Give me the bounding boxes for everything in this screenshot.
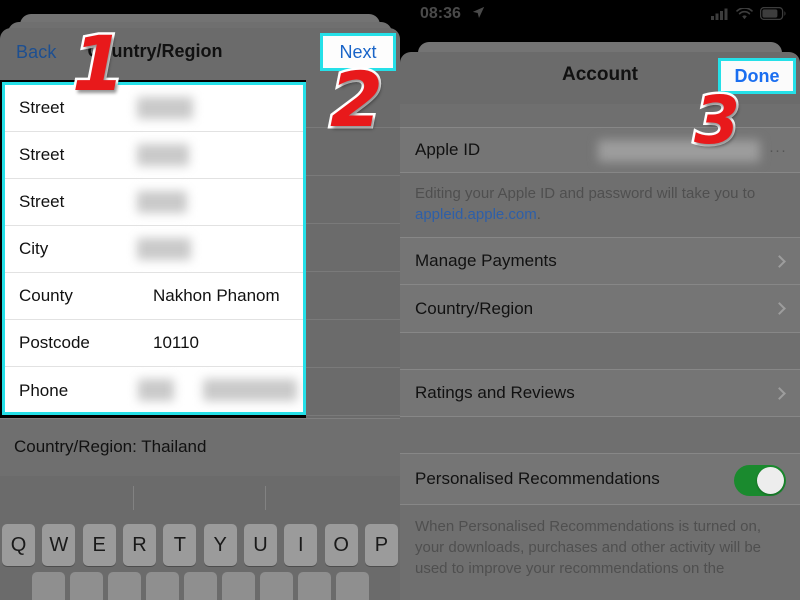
chevron-right-icon — [773, 255, 786, 268]
form-row-city[interactable]: City — [5, 226, 303, 273]
footnote-text-after: . — [536, 206, 541, 223]
form-value: Nakhon Phanom — [153, 286, 280, 305]
keyboard-row-2[interactable] — [0, 572, 400, 600]
suggestion-divider — [133, 486, 134, 510]
form-value: 10110 — [153, 333, 200, 352]
status-bar: 08:36 — [400, 0, 800, 30]
keyboard-key-i[interactable]: I — [284, 524, 318, 566]
form-label: Street — [19, 145, 65, 164]
keyboard-key-e[interactable]: E — [82, 524, 116, 566]
form-row-postcode[interactable]: Postcode 10110 — [5, 320, 303, 367]
row-label: Personalised Recommendations — [415, 469, 660, 488]
section-gap-top — [400, 104, 800, 127]
toggle-knob — [757, 467, 784, 494]
appleid-link[interactable]: appleid.apple.com — [415, 206, 537, 223]
done-button-label: Done — [734, 65, 780, 86]
footnote-text: When Personalised Recommendations is tur… — [415, 518, 762, 577]
left-page-title: Country/Region — [87, 41, 223, 61]
row-label: Ratings and Reviews — [415, 383, 575, 402]
annotation-marker-2: 2 — [328, 55, 386, 144]
keyboard-key-q[interactable]: Q — [2, 524, 35, 566]
keyboard-row-1[interactable]: QWERTYUIOP — [0, 524, 400, 566]
personalised-recommendations-toggle[interactable] — [734, 465, 786, 496]
keyboard-key[interactable] — [69, 572, 103, 600]
form-row-street-1[interactable]: Street — [5, 85, 303, 132]
keyboard-key[interactable] — [107, 572, 141, 600]
row-personalised-recommendations[interactable]: Personalised Recommendations — [400, 453, 800, 505]
row-manage-payments[interactable]: Manage Payments — [400, 237, 800, 285]
keyboard-key-o[interactable]: O — [324, 524, 358, 566]
row-label: Country/Region — [415, 298, 534, 318]
redacted-value — [137, 97, 193, 119]
keyboard-key[interactable] — [183, 572, 217, 600]
form-label: Street — [19, 192, 65, 211]
keyboard-key[interactable] — [145, 572, 179, 600]
cellular-signal-icon — [711, 7, 729, 25]
overflow-dots: ··· — [769, 141, 787, 159]
keyboard-key[interactable] — [259, 572, 293, 600]
form-row-street-3[interactable]: Street — [5, 179, 303, 226]
keyboard-key[interactable] — [221, 572, 255, 600]
keyboard-key-w[interactable]: W — [42, 524, 76, 566]
battery-icon — [759, 6, 786, 25]
address-form-highlight-box: Street Street Street City County Nakhon … — [2, 82, 306, 415]
location-arrow-icon — [472, 6, 485, 24]
country-region-footer-text: Country/Region: Thailand — [14, 437, 207, 456]
keyboard-suggestion-bar[interactable] — [0, 476, 400, 520]
footnote-text-before: Editing your Apple ID and password will … — [415, 185, 756, 202]
keyboard-key-p[interactable]: P — [364, 524, 398, 566]
country-region-footer: Country/Region: Thailand — [0, 418, 400, 476]
row-country-region[interactable]: Country/Region — [400, 285, 800, 333]
keyboard-key-u[interactable]: U — [243, 524, 277, 566]
redacted-value — [137, 238, 191, 260]
status-indicators — [711, 6, 786, 25]
keyboard-key-y[interactable]: Y — [203, 524, 237, 566]
row-label: Manage Payments — [415, 251, 557, 270]
row-label: Apple ID — [415, 140, 481, 159]
row-ratings-and-reviews[interactable]: Ratings and Reviews — [400, 369, 800, 417]
annotation-marker-3: 3 — [692, 82, 743, 159]
form-row-phone[interactable]: Phone — [5, 367, 303, 412]
apple-id-footnote: Editing your Apple ID and password will … — [400, 173, 800, 237]
redacted-value — [137, 144, 189, 166]
keyboard-key[interactable] — [31, 572, 65, 600]
keyboard-key-t[interactable]: T — [163, 524, 197, 566]
screenshot-stage: Back Country/Region Street Street Street… — [0, 0, 800, 600]
row-apple-id[interactable]: Apple ID ··· — [400, 127, 800, 173]
redacted-value — [203, 379, 297, 401]
form-label: County — [19, 286, 73, 305]
form-label: Postcode — [19, 333, 90, 352]
keyboard-key-r[interactable]: R — [122, 524, 156, 566]
section-gap-2 — [400, 417, 800, 453]
section-gap-1 — [400, 333, 800, 369]
account-settings-list: Apple ID ··· Editing your Apple ID and p… — [400, 104, 800, 600]
form-row-county[interactable]: County Nakhon Phanom — [5, 273, 303, 320]
personalised-recommendations-footnote: When Personalised Recommendations is tur… — [400, 505, 800, 587]
form-label: Phone — [19, 380, 69, 400]
status-time: 08:36 — [420, 5, 461, 22]
form-label: City — [19, 239, 49, 258]
form-row-street-2[interactable]: Street — [5, 132, 303, 179]
suggestion-divider — [265, 486, 266, 510]
chevron-right-icon — [773, 302, 786, 315]
form-label: Street — [19, 98, 65, 117]
redacted-value — [138, 379, 174, 401]
onscreen-keyboard[interactable]: QWERTYUIOP — [0, 476, 400, 600]
keyboard-key[interactable] — [335, 572, 369, 600]
redacted-value — [137, 191, 187, 213]
wifi-icon — [736, 7, 753, 25]
annotation-marker-1: 1 — [70, 19, 128, 108]
chevron-right-icon — [773, 387, 786, 400]
keyboard-key[interactable] — [297, 572, 331, 600]
